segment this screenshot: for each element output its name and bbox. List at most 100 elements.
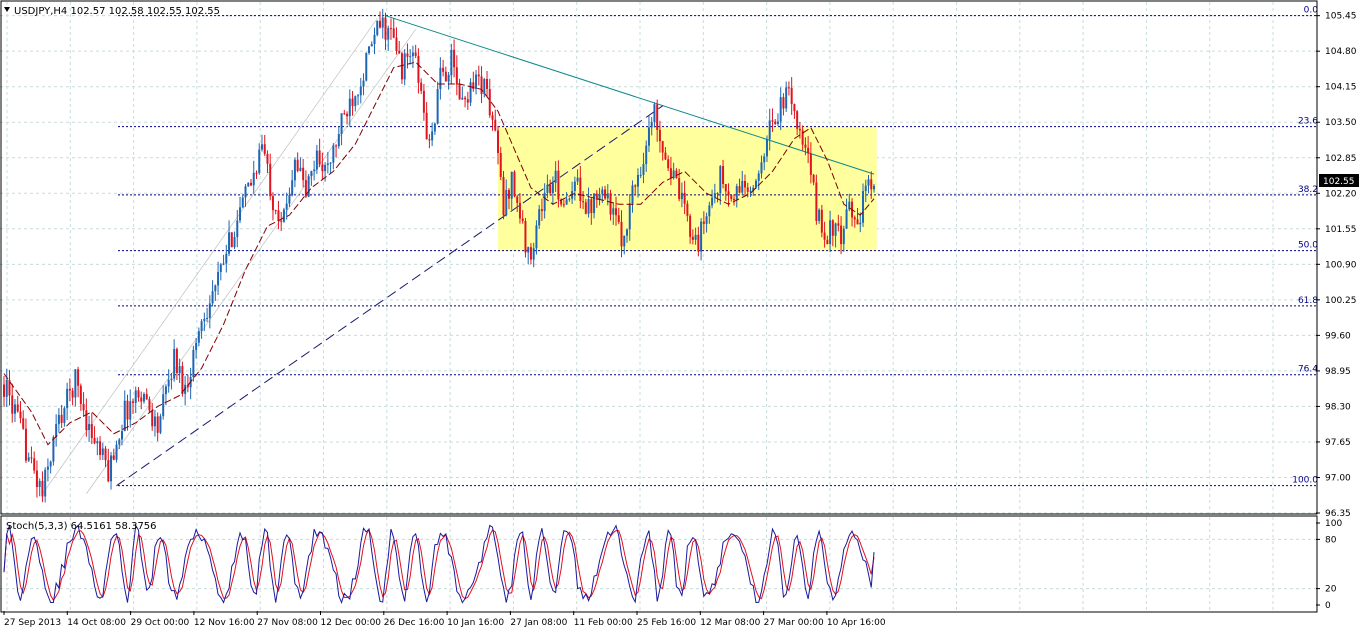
candle-body xyxy=(499,153,502,178)
candle-body xyxy=(442,67,445,72)
candle-body xyxy=(428,139,431,141)
symbol-header: USDJPY,H4 102.57 102.58 102.55 102.55 xyxy=(4,6,220,17)
candle-body xyxy=(206,317,209,319)
candle-body xyxy=(269,163,272,197)
candle-body xyxy=(870,179,873,190)
candle-body xyxy=(79,385,82,405)
candle-body xyxy=(538,209,541,226)
candle-body xyxy=(628,203,631,230)
candle-body xyxy=(112,455,115,460)
candle-body xyxy=(834,223,837,236)
stochastic-axis-label: 20 xyxy=(1325,585,1337,595)
chart-canvas[interactable]: 0.0 23.6 38.2 50.0 61.8 76.4 100.0 105.45 104.8… xyxy=(0,0,1362,630)
candle-body xyxy=(680,192,683,200)
price-axis-label: 98.95 xyxy=(1325,367,1351,377)
candle-body xyxy=(856,219,859,225)
candle-body xyxy=(326,163,329,165)
candle-body xyxy=(738,186,741,193)
candle-body xyxy=(101,448,104,455)
candle-body xyxy=(93,438,96,444)
candle-body xyxy=(68,388,71,391)
candle-body xyxy=(16,404,19,412)
candle-body xyxy=(395,37,398,51)
candle-body xyxy=(280,220,283,222)
candle-body xyxy=(362,80,365,87)
candle-body xyxy=(110,455,113,482)
candle-body xyxy=(211,291,214,304)
candle-body xyxy=(757,173,760,181)
candle-body xyxy=(329,162,332,164)
candle-body xyxy=(475,74,478,90)
candle-body xyxy=(186,384,189,388)
candle-body xyxy=(27,457,30,461)
candle-body xyxy=(5,380,8,397)
candle-body xyxy=(845,209,848,229)
candle-body xyxy=(411,52,414,57)
candle-body xyxy=(466,99,469,103)
candle-body xyxy=(99,441,102,455)
candle-body xyxy=(593,193,596,214)
time-axis-label: 11 Feb 00:00 xyxy=(574,618,633,628)
candle-body xyxy=(250,182,253,186)
candle-body xyxy=(24,428,27,461)
candle-body xyxy=(689,215,692,237)
price-axis-label: 100.90 xyxy=(1325,260,1357,270)
candle-body xyxy=(340,113,343,135)
candle-body xyxy=(510,171,513,199)
candle-body xyxy=(532,248,535,260)
fibonacci-level-label: 38.2 xyxy=(1298,185,1318,195)
time-axis-label: 27 Sep 2013 xyxy=(4,618,61,628)
candle-body xyxy=(763,156,766,163)
candle-body xyxy=(815,182,818,221)
candle-body xyxy=(44,469,47,497)
candle-body xyxy=(225,253,228,264)
price-axis-label: 102.85 xyxy=(1325,154,1357,164)
candle-body xyxy=(409,56,412,58)
candle-body xyxy=(625,229,628,236)
candle-body xyxy=(370,44,373,47)
candle-body xyxy=(351,98,354,107)
candle-body xyxy=(373,34,376,45)
candle-body xyxy=(604,189,607,199)
candle-body xyxy=(790,87,793,105)
candle-body xyxy=(439,67,442,90)
candle-body xyxy=(719,166,722,194)
candle-body xyxy=(807,147,810,154)
candle-body xyxy=(447,75,450,82)
consolidation-rectangle[interactable] xyxy=(498,126,877,251)
candle-body xyxy=(826,239,829,245)
candle-body xyxy=(71,390,74,398)
candle-body xyxy=(727,191,730,196)
candle-body xyxy=(527,247,530,253)
candle-body xyxy=(620,222,623,247)
candle-body xyxy=(497,130,500,154)
candle-body xyxy=(346,113,349,117)
candle-body xyxy=(787,87,790,89)
candle-body xyxy=(494,119,497,131)
candle-body xyxy=(842,228,845,245)
candle-body xyxy=(35,470,38,487)
candle-body xyxy=(156,416,159,433)
candle-body xyxy=(181,366,184,394)
candle-body xyxy=(219,264,222,273)
candle-body xyxy=(142,394,145,402)
candle-body xyxy=(247,182,250,187)
candle-body xyxy=(417,55,420,83)
candle-body xyxy=(793,104,796,112)
candle-body xyxy=(513,171,516,197)
candle-body xyxy=(288,195,291,204)
price-axis-label: 104.15 xyxy=(1325,83,1357,93)
candle-body xyxy=(324,164,327,172)
candle-body xyxy=(820,209,823,233)
candle-body xyxy=(724,184,727,192)
price-axis-label: 103.50 xyxy=(1325,118,1357,128)
candle-body xyxy=(486,78,489,89)
candle-body xyxy=(335,145,338,147)
candle-body xyxy=(461,97,464,100)
candle-body xyxy=(96,441,99,444)
candle-body xyxy=(74,369,77,398)
candle-body xyxy=(357,95,360,97)
candle-body xyxy=(782,97,785,109)
candle-body xyxy=(378,20,381,28)
candle-body xyxy=(175,349,178,374)
